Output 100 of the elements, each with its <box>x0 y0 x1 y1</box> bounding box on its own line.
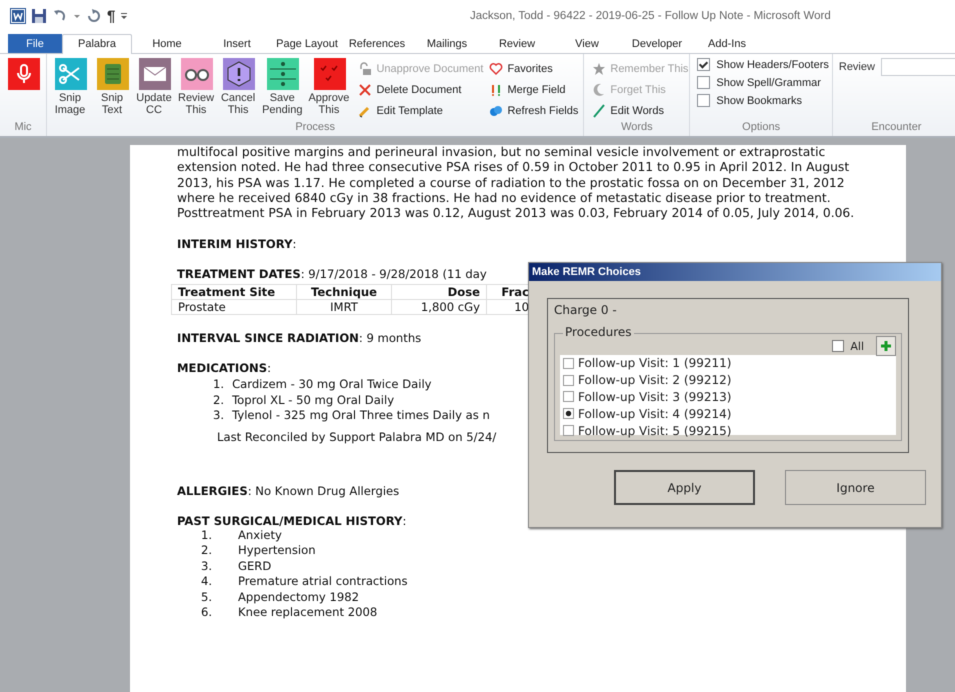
group-legend: Procedures <box>563 325 634 339</box>
ribbon-small-button[interactable]: Edit Template <box>356 100 486 121</box>
list-number: 1. <box>213 377 224 392</box>
ribbon-small-button[interactable]: Refresh Fields <box>487 100 580 121</box>
redo-icon[interactable] <box>86 8 102 24</box>
list-item-text: Anxiety <box>238 528 282 542</box>
ribbon-tab[interactable]: Add-Ins <box>692 34 762 53</box>
charge-label: Charge 0 - <box>554 303 618 317</box>
customize-menu-icon[interactable] <box>120 11 128 21</box>
list-item-text: Hypertension <box>238 543 316 558</box>
word-logo-icon[interactable] <box>10 8 26 24</box>
file-tab[interactable]: File <box>8 34 62 53</box>
procedure-label: Follow-up Visit: 5 (99215) <box>578 424 732 438</box>
table-cell: IMRT <box>296 300 392 315</box>
ribbon-tab[interactable]: Page Layout <box>272 34 342 53</box>
heart-icon <box>489 62 504 76</box>
group-label: Words <box>620 121 654 135</box>
ribbon-button[interactable]: Snip Image <box>50 58 90 116</box>
ribbon-checkbox[interactable]: Show Headers/Footers <box>697 58 829 71</box>
group-label: Process <box>294 121 336 135</box>
list-number: 3. <box>213 408 224 422</box>
list-item-text: Toprol XL - 50 mg Oral Daily <box>232 392 394 407</box>
group-label: Encounter <box>870 121 922 135</box>
ribbon-tab[interactable]: Developer <box>622 34 692 53</box>
ribbon-checkbox[interactable]: Show Bookmarks <box>697 94 829 107</box>
checkbox-label: Show Spell/Grammar <box>716 76 821 88</box>
checkbox-icon[interactable] <box>697 58 710 71</box>
checkmarks-icon <box>314 58 346 90</box>
dialog-button[interactable]: Ignore <box>785 470 926 505</box>
list-item-text: Knee replacement 2008 <box>238 605 378 620</box>
all-label: All <box>850 340 864 352</box>
dialog-button[interactable]: Apply <box>614 470 755 505</box>
procedure-checkbox[interactable] <box>563 425 574 436</box>
envelope-icon <box>139 58 171 90</box>
review-input-field[interactable] <box>880 58 955 76</box>
procedure-checkbox[interactable] <box>563 358 574 369</box>
paragraph: multifocal positive margins and perineural invasion, but no seminal vesicle involvement or extraprostatic extension noted. He had three consecutive PSA rises of 0.59 in October 2011 to 0.95 in April 2012. In August 2013, his PSA was 1.17. He completed a course of radiation to the prostatic fossa on on December 31, 2012 where he received 6840 cGy in 38 fractions. He had no evidence of metastatic disease prior to treatment. Posttreatment PSA in February 2013 was 0.12, August 2013 was 0.03, February 2014 of 0.05, July 2014, 0.06. <box>177 145 856 222</box>
list-item-text: GERD <box>238 558 272 573</box>
ribbon-checkbox[interactable]: Show Spell/Grammar <box>697 76 829 89</box>
ribbon-button[interactable]: Review This <box>176 58 216 116</box>
window-title: Jackson, Todd - 96422 - 2019-06-25 - Follow Up Note - Microsoft Word <box>470 10 831 22</box>
reconciled-note: Last Reconciled by Support Palabra MD on 5/24/ <box>217 430 496 444</box>
scissors-icon <box>55 58 87 90</box>
drawers-icon <box>267 58 300 90</box>
ribbon-small-button[interactable]: Favorites <box>487 58 580 79</box>
ribbon-small-button[interactable]: Merge Field <box>487 79 580 100</box>
all-checkbox[interactable] <box>832 340 844 352</box>
ribbon-tab[interactable]: View <box>552 34 622 53</box>
ribbon-button[interactable]: Approve This <box>306 58 352 116</box>
checkbox-label: Show Headers/Footers <box>716 58 829 70</box>
ribbon-tab[interactable]: Review <box>482 34 552 53</box>
table-cell: 1,800 cGy <box>392 300 486 315</box>
section-heading: ALLERGIES: No Known Drug Allergies <box>177 484 400 498</box>
table-cell: Prostate <box>172 300 296 315</box>
ribbon-small-button[interactable]: Edit Words <box>590 100 690 121</box>
plus-icon <box>880 340 892 352</box>
checkbox-icon[interactable] <box>697 94 710 107</box>
notebook-icon <box>97 58 129 90</box>
save-icon[interactable] <box>31 8 47 24</box>
star-icon <box>592 62 606 76</box>
section-heading: INTERVAL SINCE RADIATION: 9 months <box>177 331 422 346</box>
ribbon-button[interactable]: Snip Text <box>92 58 132 116</box>
ribbon-tab[interactable]: References <box>342 34 412 53</box>
list-number: 1. <box>201 528 214 544</box>
table-header-cell: Technique <box>296 284 392 300</box>
lock-icon <box>358 62 372 76</box>
ribbon-button[interactable]: Cancel This <box>218 58 258 116</box>
section-heading: MEDICATIONS: <box>177 361 272 376</box>
procedure-label: Follow-up Visit: 2 (99212) <box>578 373 732 388</box>
procedure-label: Follow-up Visit: 3 (99213) <box>578 390 732 404</box>
list-number: 2. <box>201 543 214 559</box>
ribbon-tab[interactable]: Insert <box>202 34 272 53</box>
checkbox-icon[interactable] <box>697 76 710 89</box>
ribbon-tab[interactable]: Mailings <box>412 34 482 53</box>
refresh-icon <box>489 104 504 118</box>
ribbon-button[interactable]: Save Pending <box>260 58 304 116</box>
procedure-checkbox[interactable] <box>563 408 574 420</box>
procedure-checkbox[interactable] <box>563 374 574 386</box>
checkbox-label: Show Bookmarks <box>716 94 802 106</box>
ribbon-tab[interactable]: Palabra <box>62 34 132 54</box>
group-label: Mic <box>13 121 33 135</box>
list-item-text: Cardizem - 30 mg Oral Twice Daily <box>232 377 432 392</box>
exclamation-icon <box>223 58 256 90</box>
section-heading: PAST SURGICAL/MEDICAL HISTORY: <box>177 514 406 528</box>
formatting-marks-button[interactable]: ¶ <box>107 8 116 24</box>
ribbon-tab[interactable]: Home <box>132 34 202 53</box>
group-label: Options <box>741 121 782 135</box>
procedure-label: Follow-up Visit: 1 (99211) <box>578 356 732 370</box>
add-button[interactable] <box>876 336 896 356</box>
field-label: Review <box>838 61 875 73</box>
ribbon-small-button[interactable]: Delete Document <box>356 79 486 100</box>
dialog-title: Make REMR Choices <box>529 263 941 281</box>
list-number: 3. <box>201 558 214 574</box>
list-number: 6. <box>201 605 214 621</box>
pen-icon <box>592 104 606 118</box>
table-header-cell: Treatment Site <box>172 284 296 300</box>
procedure-checkbox[interactable] <box>563 391 574 402</box>
list-item-text: Premature atrial contractions <box>238 574 408 588</box>
list-number: 4. <box>201 574 214 590</box>
ribbon-button[interactable]: Update CC <box>134 58 174 116</box>
